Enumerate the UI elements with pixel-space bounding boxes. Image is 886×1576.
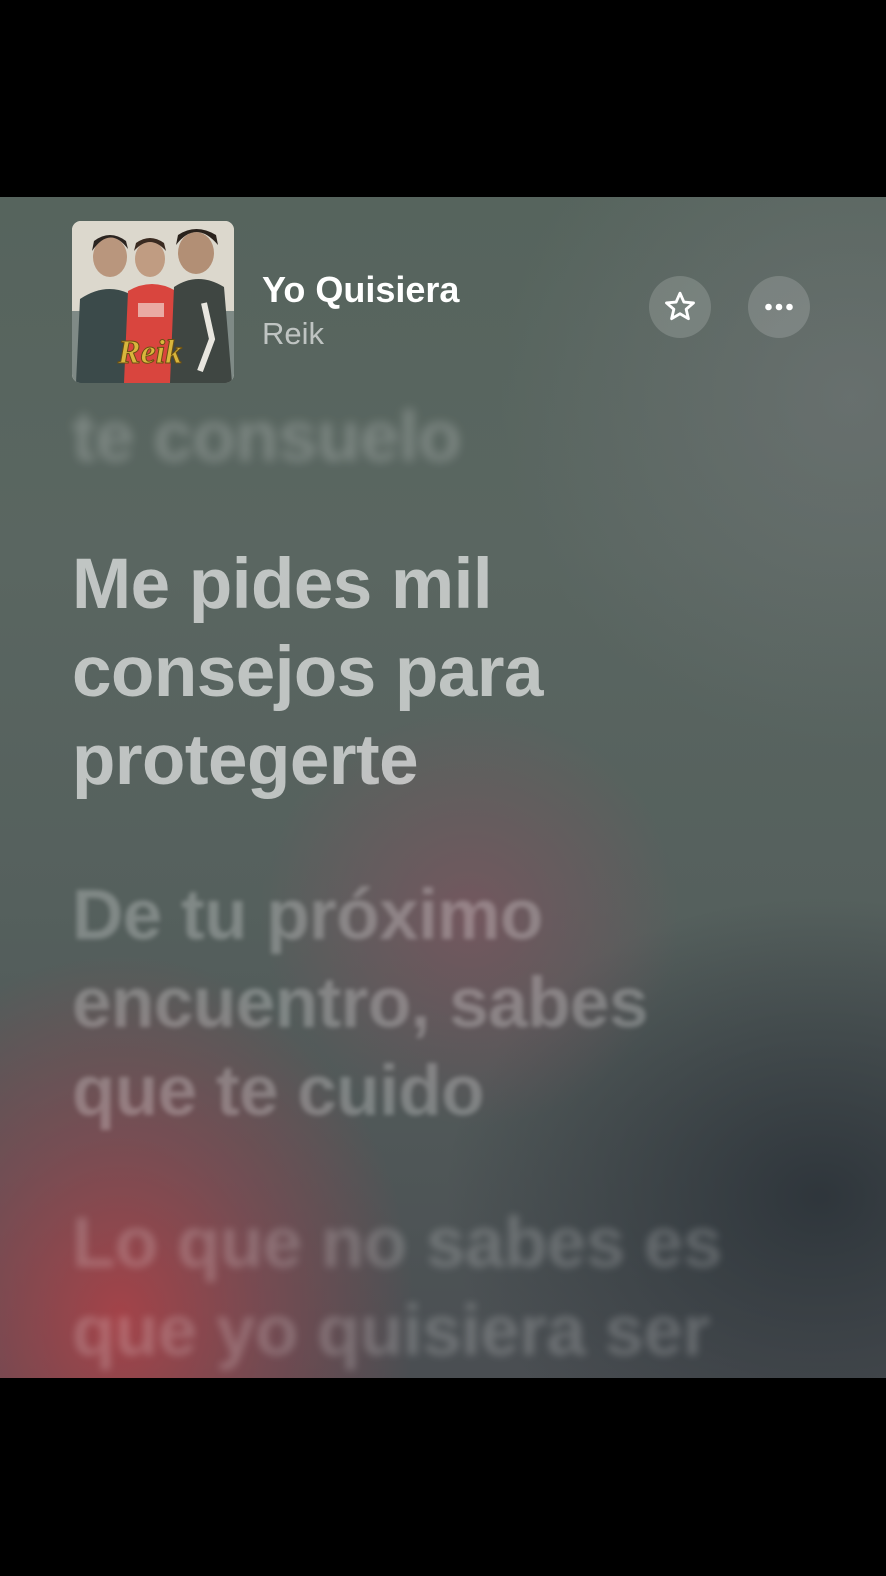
favorite-button[interactable] [649,276,711,338]
album-art[interactable]: Reik [72,221,234,383]
lyrics-screen[interactable]: Reik Yo Quisiera Reik te consuelo Me pid… [0,197,886,1378]
more-options-button[interactable] [748,276,810,338]
lyric-line-next[interactable]: De tu próximo encuentro, sabes que te cu… [72,872,772,1136]
album-art-image: Reik [72,221,234,383]
track-title[interactable]: Yo Quisiera [262,269,459,311]
lyric-line-previous[interactable]: te consuelo [72,394,772,482]
ellipsis-icon [765,303,793,311]
now-playing-header: Reik Yo Quisiera Reik [72,221,886,383]
lyric-line-upcoming[interactable]: Lo que no sabes es que yo quisiera ser [72,1200,772,1376]
track-artist[interactable]: Reik [262,316,324,352]
lyric-line-current[interactable]: Me pides mil consejos para protegerte [72,541,772,805]
star-icon [665,291,695,321]
phone-frame: Reik Yo Quisiera Reik te consuelo Me pid… [0,0,886,1576]
album-logo: Reik [117,334,182,371]
